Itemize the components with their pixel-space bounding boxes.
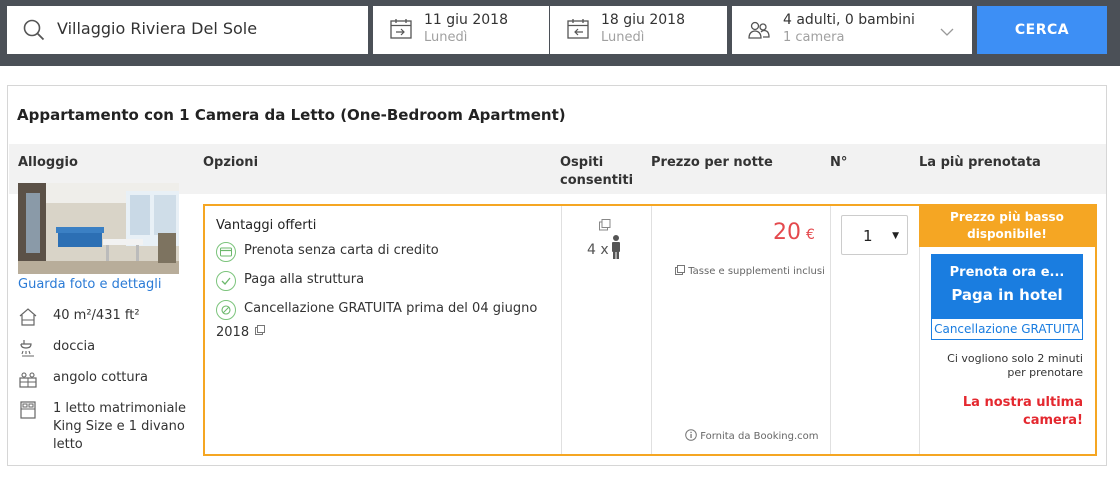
person-icon [611, 235, 621, 263]
book-now-label: Prenota ora e... [949, 265, 1065, 280]
booking-time-line1: Ci vogliono solo 2 minuti [947, 352, 1083, 365]
feature-kitchenette-label: angolo cottura [53, 370, 148, 385]
benefit-label: Paga alla struttura [244, 272, 365, 287]
provider-note: Fornita da Booking.com [685, 429, 819, 442]
benefit-label: Cancellazione GRATUITA prima del 04 giug… [244, 301, 538, 316]
checkout-day: Lunedì [601, 30, 645, 45]
kitchenette-icon [18, 369, 40, 391]
room-quantity-select[interactable]: 1 ▼ [841, 215, 908, 255]
divider [561, 206, 562, 454]
cancel-icon [216, 300, 236, 320]
provider-label: Fornita da Booking.com [700, 431, 819, 442]
view-photos-link[interactable]: Guarda foto e dettagli [18, 277, 161, 292]
chevron-down-icon [940, 22, 954, 41]
last-room-alert: La nostra ultima camera! [935, 394, 1083, 430]
calendar-checkout-icon [567, 18, 589, 44]
header-price: Prezzo per notte [651, 155, 773, 170]
divider [651, 206, 652, 454]
benefits-title: Vantaggi offerti [216, 218, 317, 233]
taxes-note: Tasse e supplementi inclusi [675, 265, 825, 277]
checkin-field[interactable]: 11 giu 2018 Lunedì [373, 6, 549, 54]
benefit-label: Prenota senza carta di credito [244, 243, 439, 258]
divider [830, 206, 831, 454]
guest-count: 4 x [587, 242, 609, 258]
checkout-date: 18 giu 2018 [601, 12, 685, 28]
checkin-date: 11 giu 2018 [424, 12, 508, 28]
benefit-label-line2: 2018 [216, 325, 250, 340]
pay-at-property-icon [216, 271, 236, 291]
best-price-badge: Prezzo più basso disponibile! [919, 206, 1095, 247]
header-guests-line2: consentiti [560, 173, 634, 188]
guests-selector[interactable]: 4 adulti, 0 bambini 1 camera [732, 6, 972, 54]
header-most-booked: La più prenotata [919, 155, 1041, 170]
search-button[interactable]: CERCA [977, 6, 1107, 54]
destination-field[interactable]: Villaggio Riviera Del Sole [7, 6, 368, 54]
room-option-row: Vantaggi offerti Prenota senza carta di … [203, 204, 1097, 456]
info-icon[interactable] [685, 429, 697, 441]
feature-size-label: 40 m²/431 ft² [53, 308, 140, 323]
rooms-summary: 1 camera [783, 30, 845, 45]
book-now-button[interactable]: Prenota ora e... Paga in hotel [931, 254, 1083, 318]
external-link-icon[interactable] [255, 325, 266, 335]
taxes-label: Tasse e supplementi inclusi [688, 266, 825, 277]
shower-icon [18, 338, 40, 360]
external-link-icon[interactable] [599, 216, 611, 235]
header-options: Opzioni [203, 155, 259, 170]
room-quantity-value: 1 [863, 227, 873, 245]
destination-value: Villaggio Riviera Del Sole [57, 19, 258, 38]
best-price-line1: Prezzo più basso [950, 210, 1064, 224]
price-value: 20 [773, 220, 801, 245]
price-currency: € [806, 227, 815, 243]
header-number: N° [830, 155, 848, 170]
feature-shower-label: doccia [53, 339, 96, 354]
last-room-line2: camera! [1023, 413, 1083, 428]
external-link-icon[interactable] [675, 265, 685, 275]
search-icon [23, 19, 45, 45]
calendar-checkin-icon [390, 18, 412, 44]
feature-beds-label: 1 letto matrimoniale King Size e 1 divan… [53, 401, 187, 452]
last-room-line1: La nostra ultima [962, 395, 1083, 410]
caret-down-icon: ▼ [892, 231, 899, 241]
checkin-day: Lunedì [424, 30, 468, 45]
header-accommodation: Alloggio [18, 155, 78, 170]
free-cancellation-tag: Cancellazione GRATUITA [931, 318, 1083, 340]
room-photo[interactable] [18, 183, 179, 274]
room-title: Appartamento con 1 Camera da Letto (One-… [17, 106, 566, 124]
guests-summary: 4 adulti, 0 bambini [783, 12, 915, 28]
checkout-field[interactable]: 18 giu 2018 Lunedì [550, 6, 727, 54]
header-guests: Ospiti consentiti [560, 154, 633, 190]
search-bar: Villaggio Riviera Del Sole 11 giu 2018 L… [0, 0, 1120, 66]
bed-icon [18, 400, 40, 422]
header-guests-line1: Ospiti [560, 155, 604, 170]
credit-card-icon [216, 242, 236, 262]
best-price-line2: disponibile! [967, 227, 1047, 241]
pay-at-hotel-label: Paga in hotel [951, 286, 1063, 304]
booking-time-line2: per prenotare [1007, 366, 1083, 379]
booking-time-note: Ci vogliono solo 2 minuti per prenotare [935, 352, 1083, 380]
guests-icon [748, 19, 770, 45]
house-icon [18, 307, 40, 329]
room-card: Appartamento con 1 Camera da Letto (One-… [7, 85, 1107, 466]
